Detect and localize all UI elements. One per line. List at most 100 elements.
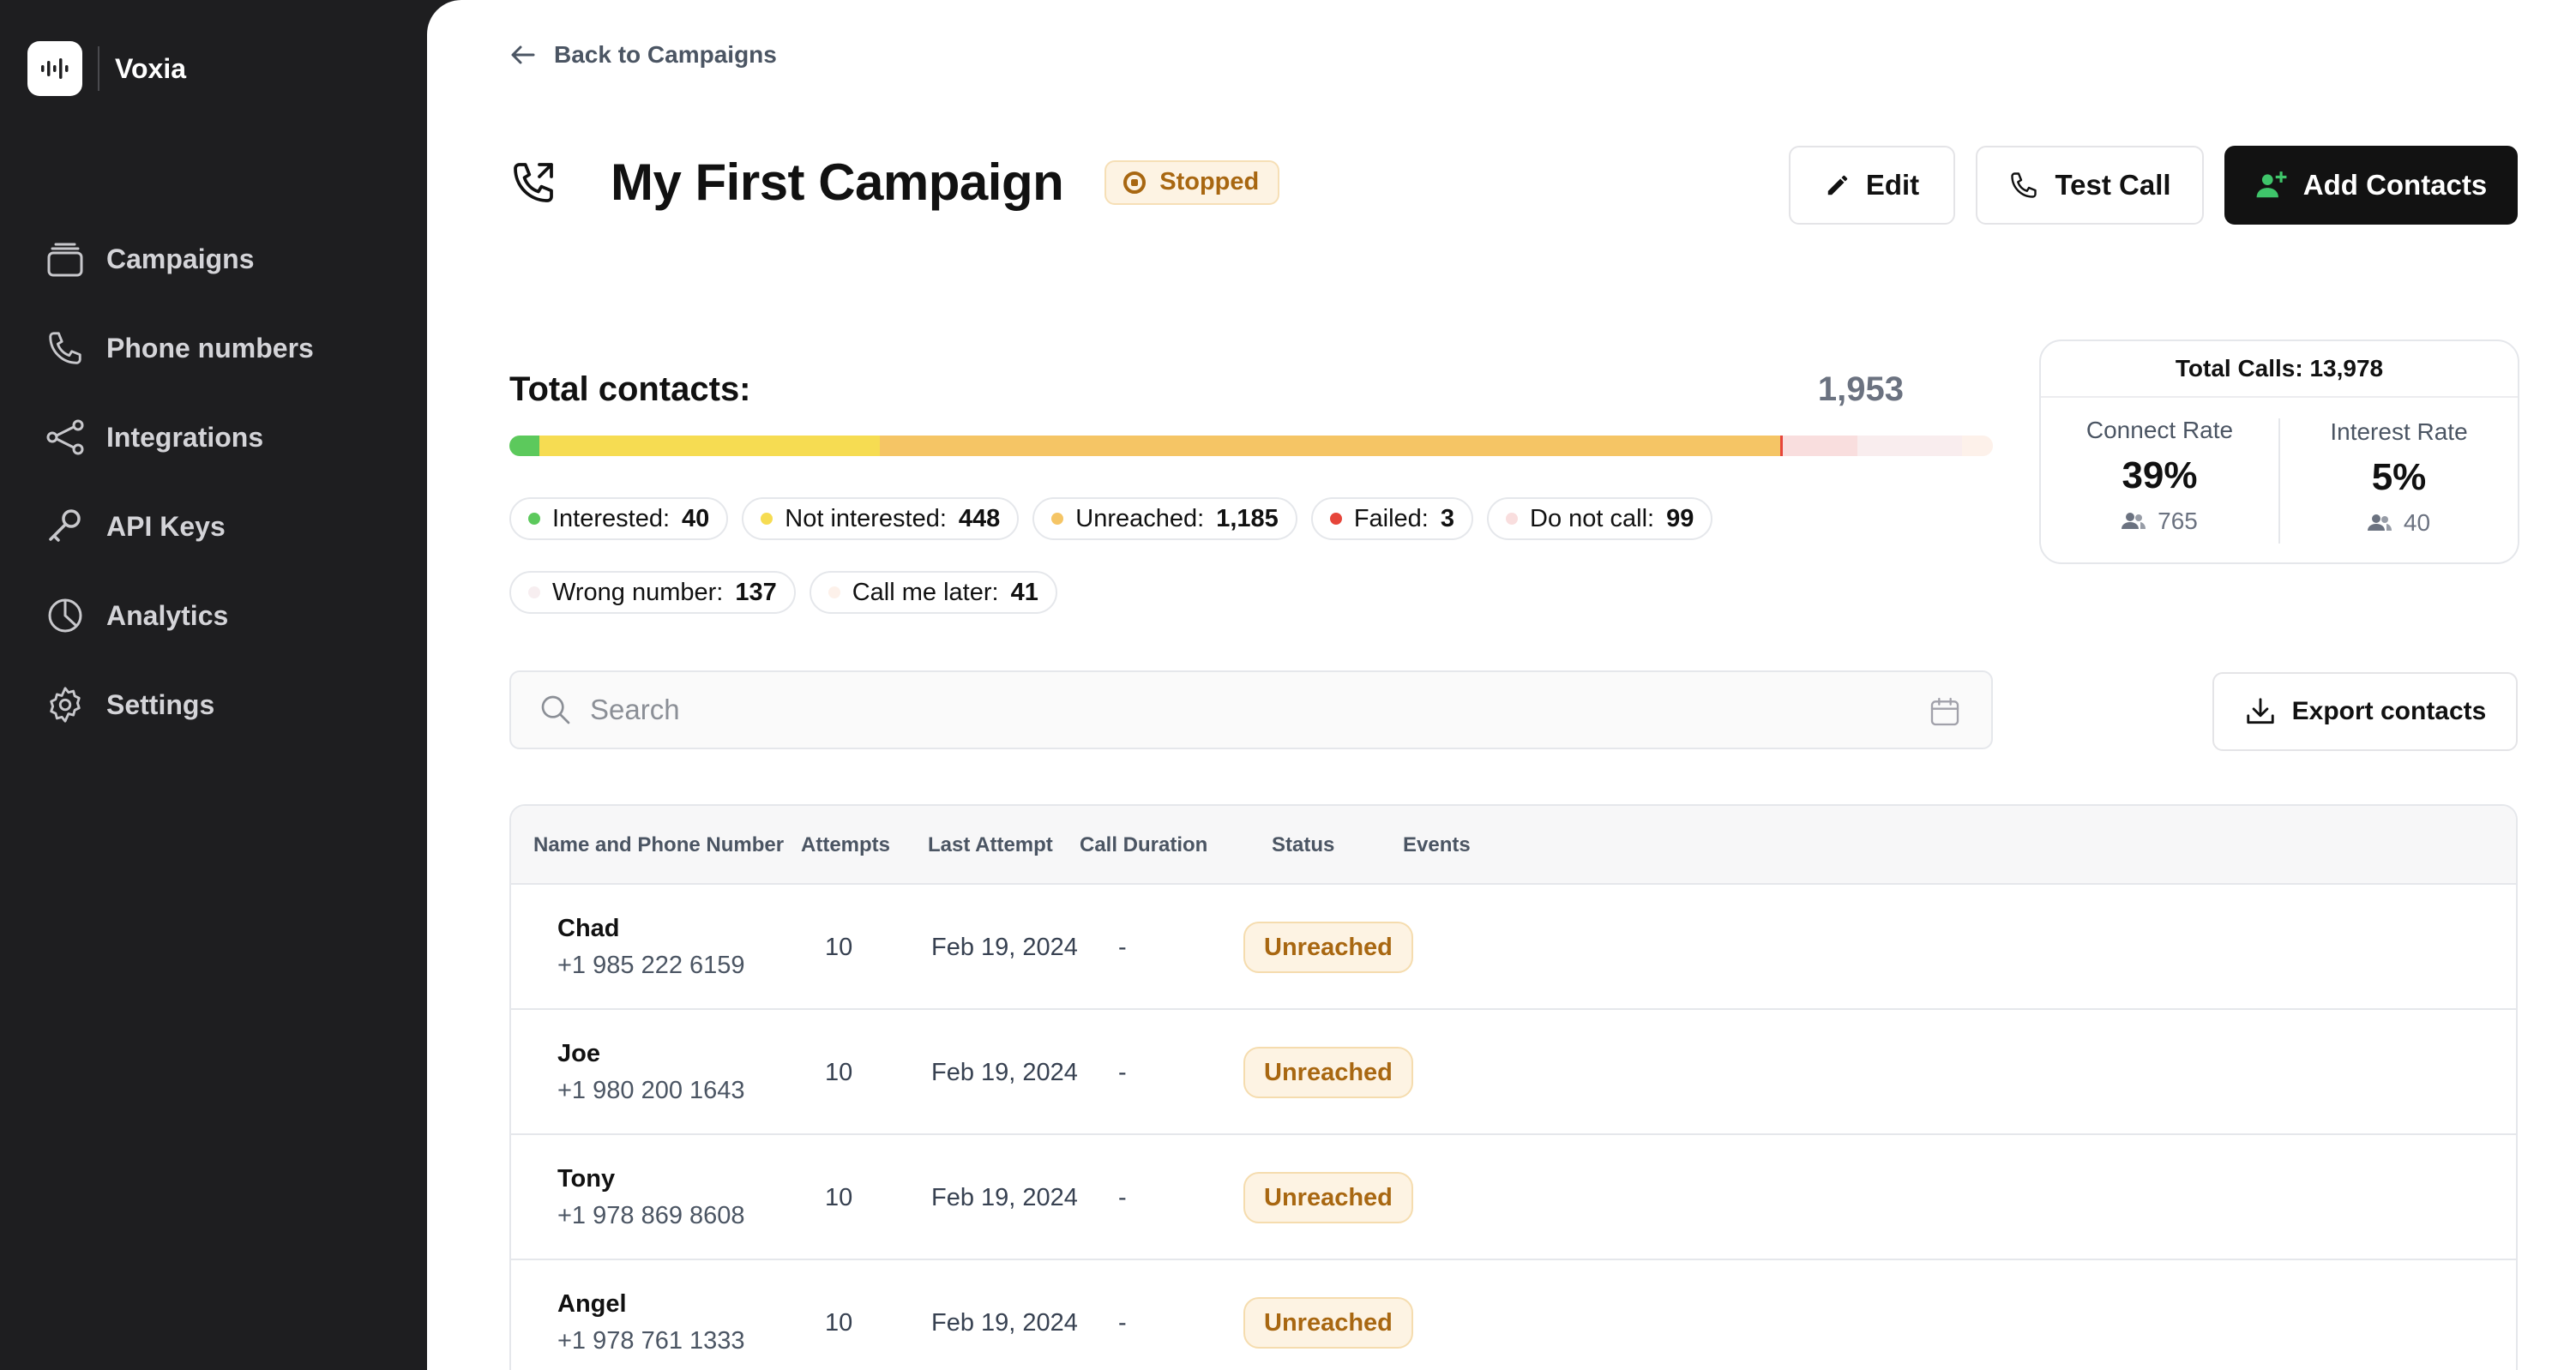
table-row[interactable]: Tony +1 978 869 8608 10 Feb 19, 2024 - Unreac… [511,1135,2516,1260]
status-chip[interactable]: Wrong number: 137 [509,571,796,614]
status-badge: Unreached [1243,1172,1413,1223]
chip-label: Failed: [1353,504,1429,532]
status-chip[interactable]: Do not call: 99 [1487,497,1713,540]
sidebar-item-campaigns[interactable]: Campaigns [43,214,314,303]
sidebar-item-label: Analytics [106,599,229,631]
status-dot [1051,513,1064,525]
duration-cell: - [1118,1308,1127,1337]
main-content: Back to Campaigns My First Campaign Stop… [427,0,2576,1370]
edit-button[interactable]: Edit [1789,146,1955,225]
chip-value: 3 [1440,504,1454,532]
column-header[interactable]: Attempts [801,806,890,885]
attempts-cell: 10 [825,933,853,961]
status-badge: Unreached [1243,1297,1413,1349]
last-attempt-cell: Feb 19, 2024 [931,933,1078,961]
chip-value: 137 [735,578,777,606]
column-header[interactable]: Name and Phone Number [533,806,784,885]
status-chip[interactable]: Unreached: 1,185 [1032,497,1297,540]
sidebar-item-label: API Keys [106,510,226,542]
progress-segment [1857,436,1962,456]
sidebar-item-settings[interactable]: Settings [43,660,314,749]
search-input[interactable] [590,694,1876,726]
interest-count: 40 [2403,509,2431,536]
column-header[interactable]: Call Duration [1080,806,1207,885]
status-dot [1329,513,1342,525]
table-row[interactable]: Joe +1 980 200 1643 10 Feb 19, 2024 - Unreach… [511,1010,2516,1135]
table-row[interactable]: Angel +1 978 761 1333 10 Feb 19, 2024 - Unrea… [511,1260,2516,1370]
chip-label: Interested: [552,504,671,532]
campaign-status-badge: Stopped [1104,159,1280,205]
attempts-cell: 10 [825,1308,853,1337]
contact-phone: +1 985 222 6159 [557,952,745,979]
sidebar-item-label: Integrations [106,421,264,453]
chip-label: Not interested: [785,504,947,532]
total-calls: Total Calls: 13,978 [2041,341,2518,398]
chip-label: Unreached: [1075,504,1205,532]
calendar-icon[interactable] [1928,694,1962,729]
edit-label: Edit [1865,169,1920,201]
brand[interactable]: Voxia [27,41,186,96]
contact-name: Tony [557,1165,616,1193]
contacts-progress-bar [509,436,1993,456]
sidebar-item-api-keys[interactable]: API Keys [43,482,314,571]
status-cell: Unreached [1243,1260,1413,1370]
contact-name: Chad [557,915,620,942]
voxia-logo-icon [27,41,82,96]
chips-row: Interested: 40 Not interested: 448 Unreached… [509,497,1967,540]
download-icon [2246,698,2274,724]
arrow-left-icon [511,45,535,64]
progress-segment [880,436,1780,456]
interest-rate: Interest Rate 5% 40 [2278,418,2518,544]
stop-icon [1123,171,1147,194]
status-chip[interactable]: Call me later: 41 [809,571,1057,614]
contact-cell: Chad +1 985 222 6159 [557,885,745,1010]
title-row: My First Campaign Stopped [509,153,1280,212]
chip-value: 1,185 [1216,504,1279,532]
search-bar [509,670,1993,749]
app-name: Voxia [115,52,186,84]
total-contacts-label: Total contacts: [509,370,751,408]
sidebar: Voxia Campaigns Phone numbers Integratio… [0,0,429,1370]
sidebar-item-label: Campaigns [106,243,255,274]
sidebar-item-integrations[interactable]: Integrations [43,393,314,482]
duration-cell: - [1118,1183,1127,1211]
add-contacts-label: Add Contacts [2302,169,2488,201]
phone-icon [43,326,87,370]
contacts-table: Name and Phone Number Attempts Last Atte… [509,804,2518,1370]
status-chip[interactable]: Interested: 40 [509,497,729,540]
column-header[interactable]: Last Attempt [928,806,1053,885]
attempts-cell: 10 [825,1058,853,1086]
status-dot [528,586,540,598]
sidebar-nav: Campaigns Phone numbers Integrations API… [43,214,314,749]
chip-label: Wrong number: [552,578,724,606]
status-dot [1506,513,1518,525]
column-header[interactable]: Events [1403,806,1471,885]
export-contacts-button[interactable]: Export contacts [2212,672,2518,751]
contact-phone: +1 980 200 1643 [557,1077,745,1104]
status-chip[interactable]: Not interested: 448 [742,497,1020,540]
chip-label: Do not call: [1530,504,1655,532]
chip-value: 40 [682,504,710,532]
contact-phone: +1 978 761 1333 [557,1327,745,1355]
pencil-icon [1827,175,1848,195]
back-to-campaigns-link[interactable]: Back to Campaigns [509,41,777,69]
total-contacts-value: 1,953 [1817,370,1904,408]
test-call-label: Test Call [2055,169,2171,201]
chips-row: Wrong number: 137 Call me later: 41 [509,571,1967,614]
gear-icon [43,682,87,727]
contact-name: Joe [557,1040,600,1067]
status-label: Stopped [1159,168,1260,195]
test-call-button[interactable]: Test Call [1976,146,2204,225]
status-dot [528,513,540,525]
phone-outgoing-icon [509,159,557,207]
campaigns-icon [43,237,87,281]
sidebar-item-analytics[interactable]: Analytics [43,571,314,660]
table-row[interactable]: Chad +1 985 222 6159 10 Feb 19, 2024 - Unreac… [511,885,2516,1010]
calls-stats-card: Total Calls: 13,978 Connect Rate 39% 765… [2039,339,2519,564]
column-header[interactable]: Status [1272,806,1334,885]
sidebar-item-phone-numbers[interactable]: Phone numbers [43,303,314,393]
status-chip[interactable]: Failed: 3 [1310,497,1473,540]
connect-rate-value: 39% [2122,454,2198,496]
status-dot [828,586,840,598]
add-contacts-button[interactable]: Add Contacts [2224,146,2518,225]
